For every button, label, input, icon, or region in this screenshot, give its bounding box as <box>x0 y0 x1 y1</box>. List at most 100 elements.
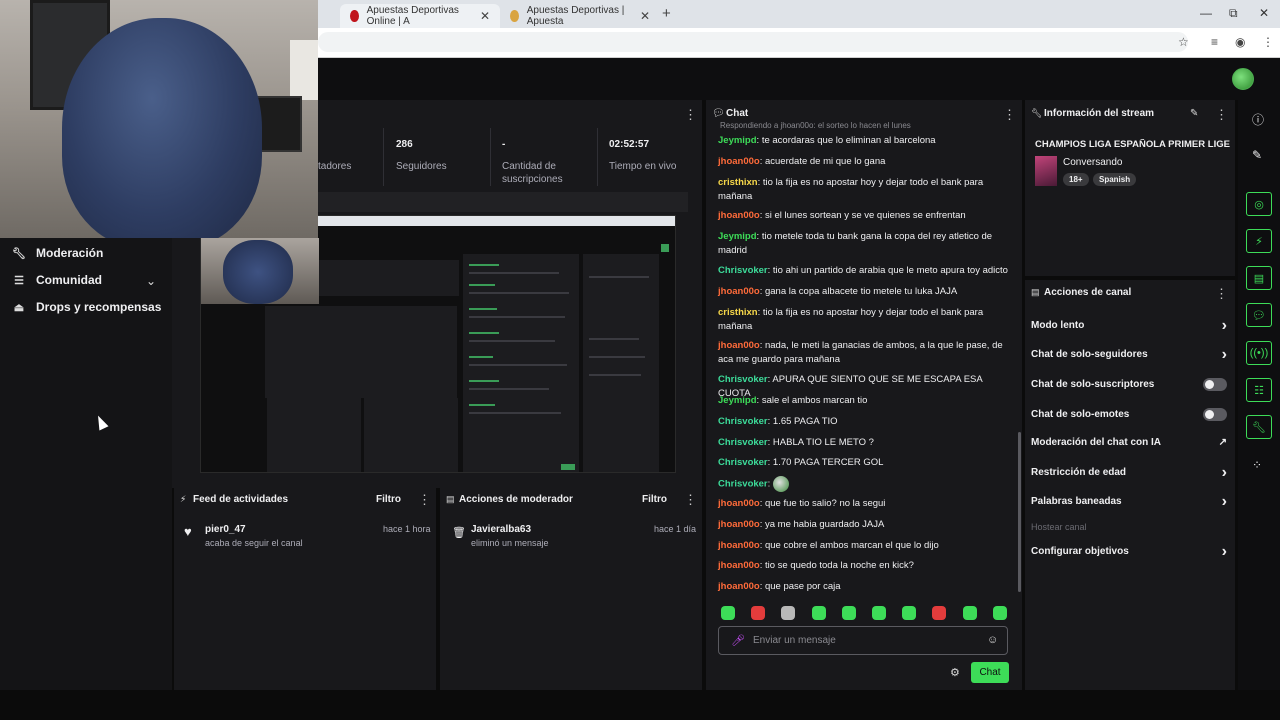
more-options-icon[interactable]: ⋮ <box>418 492 431 508</box>
chat-scrollbar[interactable] <box>1018 432 1021 592</box>
chat-username[interactable]: cristhixn <box>718 307 758 318</box>
stream-category[interactable]: Conversando <box>1063 157 1122 168</box>
chat-message[interactable]: jhoan00o: ya me habia guardado JAJA <box>718 518 1008 532</box>
chat-username[interactable]: Chrisvoker <box>718 457 768 468</box>
tag-badge[interactable]: Spanish <box>1093 173 1137 186</box>
chat-message[interactable]: jhoan00o: gana la copa albacete tio mete… <box>718 285 1008 299</box>
document-icon[interactable]: ▤ <box>1246 266 1272 290</box>
chat-message[interactable]: jhoan00o: nada, le meti la ganacias de a… <box>718 339 1008 367</box>
close-tab-icon[interactable]: ✕ <box>640 9 650 23</box>
chat-username[interactable]: Chrisvoker <box>718 265 768 276</box>
browser-tab-1[interactable]: Apuestas Deportivas Online | A ✕ <box>340 4 500 28</box>
minimize-button[interactable]: — <box>1200 6 1212 20</box>
chat-input[interactable]: 🎤︎ Enviar un mensaje ☺ <box>718 626 1008 655</box>
chat-username[interactable]: Chrisvoker <box>718 374 768 385</box>
chat-username[interactable]: jhoan00o <box>718 581 760 592</box>
sidebar-item-comunidad[interactable]: ☰ Comunidad <box>12 273 102 287</box>
chevron-right-icon[interactable]: › <box>1222 464 1227 480</box>
sidebar-item-drops[interactable]: ⏏ Drops y recompensas <box>12 300 162 314</box>
more-options-icon[interactable]: ⋮ <box>684 107 697 123</box>
chat-username[interactable]: jhoan00o <box>718 156 760 167</box>
chevron-right-icon[interactable]: › <box>1222 346 1227 362</box>
chat-message[interactable]: Chrisvoker: <box>718 476 1008 492</box>
channel-action-item[interactable]: Configurar objetivos › <box>1031 543 1227 559</box>
user-avatar[interactable] <box>1232 68 1254 90</box>
external-link-icon[interactable]: ↗ <box>1219 437 1227 448</box>
chat-username[interactable]: jhoan00o <box>718 210 760 221</box>
new-tab-button[interactable]: + <box>662 5 671 22</box>
channel-action-item[interactable]: Chat de solo-emotes <box>1031 408 1227 421</box>
channel-action-item[interactable]: Chat de solo-suscriptores <box>1031 378 1227 391</box>
chat-username[interactable]: jhoan00o <box>718 498 760 509</box>
camera-icon[interactable]: ◎ <box>1246 192 1272 216</box>
activity-user[interactable]: pier0_47 <box>205 524 246 535</box>
chat-username[interactable]: jhoan00o <box>718 286 760 297</box>
chat-message[interactable]: Chrisvoker: HABLA TIO LE METO ? <box>718 436 1008 450</box>
info-icon[interactable]: ⓘ <box>1252 111 1264 128</box>
chevron-down-icon[interactable]: ⌄ <box>146 274 156 288</box>
chat-message[interactable]: jhoan00o: que pase por caja <box>718 580 1008 594</box>
group-icon[interactable]: ⁘ <box>1252 458 1262 472</box>
chat-message[interactable]: jhoan00o: acuerdate de mi que lo gana <box>718 155 1008 169</box>
chat-message[interactable]: Jeymipd: sale el ambos marcan tio <box>718 394 1008 408</box>
emote-icon[interactable] <box>751 606 766 620</box>
chat-username[interactable]: Jeymipd <box>718 231 757 242</box>
emote-icon[interactable] <box>811 606 826 620</box>
bookmark-star-icon[interactable]: ☆ <box>1178 35 1189 49</box>
profile-icon[interactable]: ◉ <box>1235 35 1245 49</box>
emote-icon[interactable] <box>781 606 796 620</box>
tag-badge[interactable]: 18+ <box>1063 173 1089 186</box>
chat-message[interactable]: jhoan00o: que fue tio salio? no la segui <box>718 497 1008 511</box>
chevron-right-icon[interactable]: › <box>1222 543 1227 559</box>
channel-action-item[interactable]: Modo lento › <box>1031 317 1227 333</box>
chat-message[interactable]: Jeymipd: te acordaras que lo eliminan al… <box>718 134 1008 148</box>
bolt-icon[interactable]: ⚡︎ <box>1246 229 1272 253</box>
chat-message[interactable]: Jeymipd: tio metele toda tu bank gana la… <box>718 230 1008 258</box>
chat-message[interactable]: jhoan00o: tio se quedo toda la noche en … <box>718 559 1008 573</box>
close-window-button[interactable]: ✕ <box>1259 6 1269 20</box>
chat-username[interactable]: Jeymipd <box>718 395 757 406</box>
chat-username[interactable]: cristhixn <box>718 177 758 188</box>
activity-filter-button[interactable]: Filtro <box>376 494 401 505</box>
mod-filter-button[interactable]: Filtro <box>642 494 667 505</box>
chat-message[interactable]: jhoan00o: si el lunes sortean y se ve qu… <box>718 209 1008 223</box>
channel-action-item[interactable]: Moderación del chat con IA ↗ <box>1031 437 1227 448</box>
emote-icon[interactable] <box>962 606 977 620</box>
pencil-icon[interactable]: ✎ <box>1252 148 1262 162</box>
channel-action-item[interactable]: Chat de solo-seguidores › <box>1031 346 1227 362</box>
chat-message[interactable]: Chrisvoker: tio ahi un partido de arabia… <box>718 264 1008 278</box>
chat-message[interactable]: cristhixn: tio la fija es no apostar hoy… <box>718 176 1008 204</box>
chat-username[interactable]: jhoan00o <box>718 540 760 551</box>
emote-icon[interactable] <box>841 606 856 620</box>
send-chat-button[interactable]: Chat <box>971 662 1009 683</box>
channel-action-item[interactable]: Restricción de edad › <box>1031 464 1227 480</box>
chat-username[interactable]: Chrisvoker <box>718 479 768 490</box>
toggle-switch[interactable] <box>1203 408 1227 421</box>
chat-username[interactable]: jhoan00o <box>718 560 760 571</box>
chevron-right-icon[interactable]: › <box>1222 493 1227 509</box>
browser-tab-2[interactable]: Apuestas Deportivas | Apuesta ✕ <box>500 4 660 28</box>
more-options-icon[interactable]: ⋮ <box>1215 286 1228 302</box>
chat-username[interactable]: jhoan00o <box>718 340 760 351</box>
moderation-icon[interactable]: ☷ <box>1246 378 1272 402</box>
microphone-icon[interactable]: 🎤︎ <box>731 634 745 647</box>
emote-icon[interactable] <box>721 606 735 620</box>
chat-message[interactable]: cristhixn: tio la fija es no apostar hoy… <box>718 306 1008 334</box>
chat-icon[interactable]: 💬︎ <box>1246 303 1272 327</box>
emote-icon[interactable] <box>872 606 886 620</box>
more-options-icon[interactable]: ⋮ <box>1215 107 1228 123</box>
chevron-right-icon[interactable]: › <box>1222 317 1227 333</box>
close-tab-icon[interactable]: ✕ <box>480 9 490 23</box>
media-queue-icon[interactable]: ≡ <box>1211 35 1218 49</box>
chat-message[interactable]: Chrisvoker: 1.70 PAGA TERCER GOL <box>718 456 1008 470</box>
emote-icon[interactable] <box>932 606 947 620</box>
mod-action-user[interactable]: Javieralba63 <box>471 524 531 535</box>
chat-message[interactable]: jhoan00o: que cobre el ambos marcan el q… <box>718 539 1008 553</box>
category-thumbnail[interactable] <box>1035 156 1057 186</box>
address-bar[interactable] <box>318 32 1188 52</box>
chat-username[interactable]: Chrisvoker <box>718 437 768 448</box>
chat-username[interactable]: Jeymipd <box>718 135 757 146</box>
broadcast-icon[interactable]: ((•)) <box>1246 341 1272 365</box>
emoji-icon[interactable]: ☺ <box>987 634 998 646</box>
pencil-icon[interactable]: ✎ <box>1190 108 1198 119</box>
